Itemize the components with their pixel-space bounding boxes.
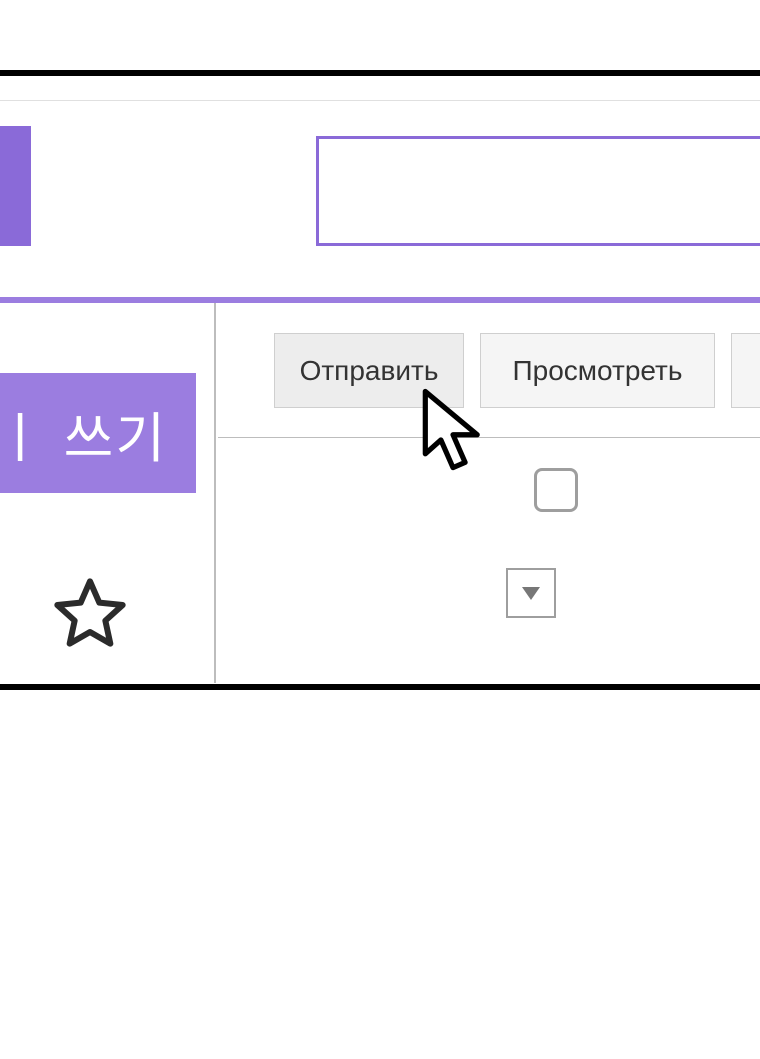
preview-button[interactable]: Просмотреть xyxy=(480,333,715,408)
dropdown-toggle[interactable] xyxy=(506,568,556,618)
body: ㅣ 쓰기 Отправить Просмотреть xyxy=(0,303,760,683)
search-input[interactable] xyxy=(316,136,760,246)
toolbar-extra-button[interactable] xyxy=(731,333,760,408)
checkbox-icon[interactable] xyxy=(534,468,578,512)
compose-button[interactable]: ㅣ 쓰기 xyxy=(0,373,196,493)
header xyxy=(0,76,760,303)
main-panel: Отправить Просмотреть xyxy=(218,303,760,683)
app-window: ㅣ 쓰기 Отправить Просмотреть xyxy=(0,70,760,690)
header-divider xyxy=(0,100,760,101)
star-icon[interactable] xyxy=(50,573,130,653)
chevron-down-icon xyxy=(522,587,540,600)
sidebar: ㅣ 쓰기 xyxy=(0,303,216,683)
cursor-icon xyxy=(418,388,488,478)
mail-logo-icon[interactable] xyxy=(0,126,31,246)
content-area xyxy=(218,438,760,683)
toolbar: Отправить Просмотреть xyxy=(218,303,760,438)
